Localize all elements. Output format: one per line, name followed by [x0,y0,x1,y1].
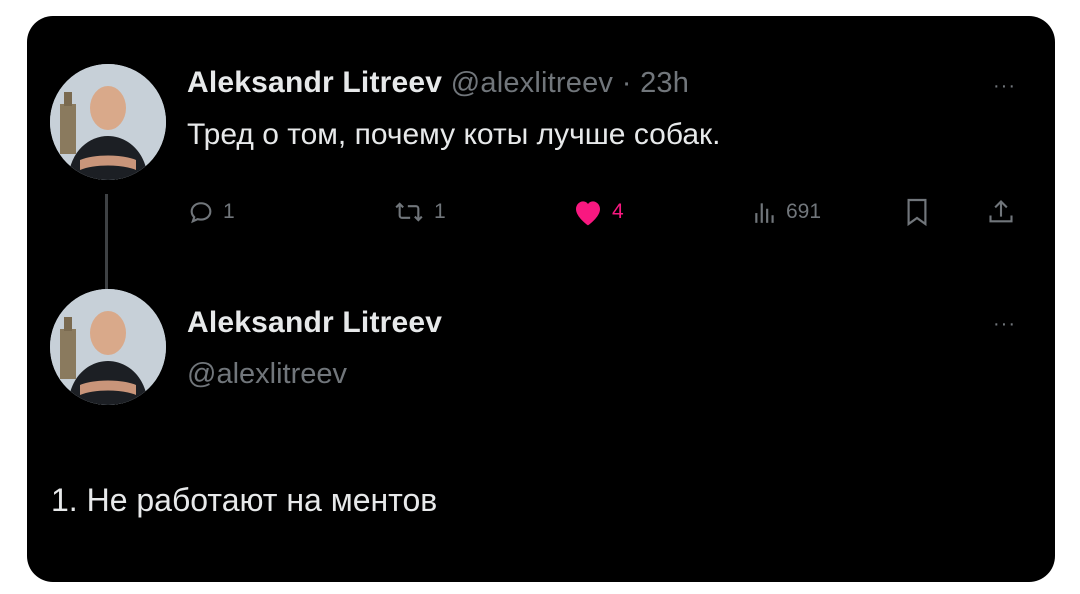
bookmark-button[interactable] [905,192,929,232]
bookmark-icon [905,197,929,227]
more-options-icon[interactable]: ··· [993,76,1016,96]
author-handle[interactable]: @alexlitreev [187,358,347,391]
avatar[interactable] [50,64,166,180]
reply-button[interactable]: 1 [187,192,235,232]
tweet-text: 1. Не работают на ментов [51,482,438,518]
tweet-actions: 1 1 4 691 [187,192,1047,232]
separator: · [621,67,632,99]
retweet-count: 1 [434,200,446,223]
reply-icon [187,198,215,226]
tweet-time[interactable]: 23h [640,67,689,99]
thread-card: Aleksandr Litreev @alexlitreev · 23h ···… [27,16,1055,582]
like-count: 4 [612,200,624,223]
share-button[interactable] [987,192,1015,232]
author-name[interactable]: Aleksandr Litreev @alexlitreev · 23h [187,66,689,100]
tweet-text: Тред о том, почему коты лучше собак. [187,118,721,151]
avatar[interactable] [50,289,166,405]
author-name[interactable]: Aleksandr Litreev [187,306,442,340]
thread-line [105,194,108,294]
views-button[interactable]: 691 [752,192,821,232]
share-icon [987,197,1015,227]
reply-count: 1 [223,200,235,223]
author-name-text[interactable]: Aleksandr Litreev [187,66,442,99]
retweet-button[interactable]: 1 [392,192,446,232]
views-icon [752,199,778,225]
author-handle[interactable]: @alexlitreev [451,67,613,99]
views-count: 691 [786,200,822,223]
retweet-icon [392,198,426,226]
more-options-icon[interactable]: ··· [993,314,1016,334]
heart-icon [572,197,604,227]
like-button[interactable]: 4 [572,192,624,232]
